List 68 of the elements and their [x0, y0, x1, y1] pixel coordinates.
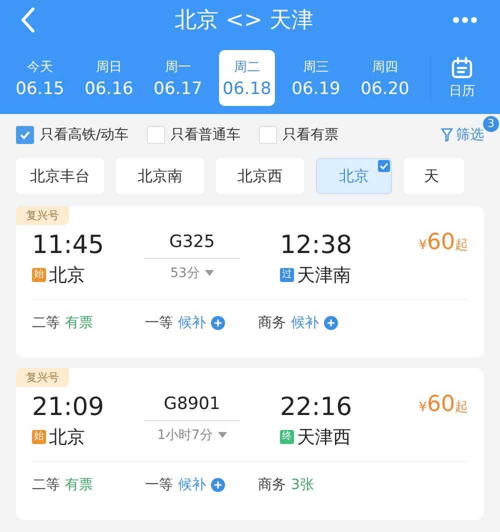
train-card[interactable]: 复兴号 21:09 始 北京 G8901 1小时7分 22:16 终 天津西 ¥60起 二等 有票 一等 候补 商务 3张: [16, 368, 484, 520]
seat-class: 商务: [258, 476, 286, 494]
currency-sign: ¥: [418, 400, 427, 415]
add-icon[interactable]: [324, 316, 338, 330]
station-chip[interactable]: 北京西: [216, 158, 304, 194]
price-suffix: 起: [455, 399, 468, 416]
route-title: 北京 <> 天津: [174, 7, 314, 35]
check-icon: [19, 129, 31, 141]
price-suffix: 起: [455, 237, 468, 254]
seat-class: 商务: [258, 314, 286, 332]
departure-station: 北京: [49, 426, 85, 449]
date-tab[interactable]: 周日 06.16: [81, 50, 137, 106]
back-icon[interactable]: [20, 7, 36, 33]
station-chip[interactable]: 北京: [316, 158, 392, 194]
price: 60: [427, 392, 455, 417]
price: 60: [427, 230, 455, 255]
station-badge: 过: [280, 268, 294, 282]
date-tab[interactable]: 周一 06.17: [150, 50, 206, 106]
date-tab[interactable]: 周二 06.18: [219, 50, 275, 106]
station-badge: 始: [32, 268, 46, 282]
arrival-station: 天津西: [297, 426, 351, 449]
train-type-tag: 复兴号: [16, 206, 69, 225]
date-tab[interactable]: 周四 06.20: [357, 50, 413, 106]
checkbox[interactable]: [16, 126, 34, 144]
currency-sign: ¥: [418, 238, 427, 253]
date-tab[interactable]: 周三 06.19: [288, 50, 344, 106]
calendar-label: 日历: [449, 82, 475, 100]
add-icon[interactable]: [211, 478, 225, 492]
dropdown-icon[interactable]: [218, 432, 227, 438]
dropdown-icon[interactable]: [204, 270, 214, 276]
train-card[interactable]: 复兴号 11:45 始 北京 G325 53分 12:38 过 天津南 ¥60起 二等 有票 一等 候补 商务 候补: [16, 206, 484, 358]
duration: 53分: [170, 265, 200, 282]
arrival-time: 12:38: [280, 230, 354, 259]
station-chip[interactable]: 天: [404, 158, 464, 194]
seat-status: 有票: [65, 314, 93, 332]
filter-label: 只看普通车: [170, 126, 241, 144]
check-icon: [378, 160, 390, 172]
station-badge: 始: [32, 430, 46, 444]
duration: 1小时7分: [157, 427, 213, 444]
station-chip[interactable]: 北京南: [116, 158, 204, 194]
count-badge: 3: [483, 116, 499, 132]
seat-status: 候补: [178, 314, 206, 332]
date-tab[interactable]: 今天 06.15: [12, 50, 68, 106]
more-icon[interactable]: [452, 16, 478, 24]
seat-class: 一等: [145, 314, 173, 332]
arrival-time: 22:16: [280, 392, 354, 421]
seat-class: 二等: [32, 476, 60, 494]
departure-time: 11:45: [32, 230, 106, 259]
filter-label: 只看有票: [282, 126, 339, 144]
seat-status: 候补: [178, 476, 206, 494]
filter-label: 只看高铁/动车: [40, 126, 129, 144]
train-number: G8901: [144, 392, 240, 421]
filter-button[interactable]: 筛选: [456, 126, 484, 144]
seat-status: 候补: [291, 314, 319, 332]
seat-status: 有票: [65, 476, 93, 494]
departure-time: 21:09: [32, 392, 106, 421]
arrival-station: 天津南: [297, 264, 351, 287]
train-type-tag: 复兴号: [16, 368, 69, 387]
train-number: G325: [144, 230, 240, 259]
seat-class: 一等: [145, 476, 173, 494]
seat-class: 二等: [32, 314, 60, 332]
station-chip[interactable]: 北京丰台: [16, 158, 104, 194]
calendar-icon[interactable]: [451, 56, 473, 78]
seat-status: 3张: [291, 476, 314, 494]
funnel-icon[interactable]: [441, 128, 453, 142]
add-icon[interactable]: [211, 316, 225, 330]
station-badge: 终: [280, 430, 294, 444]
departure-station: 北京: [49, 264, 85, 287]
